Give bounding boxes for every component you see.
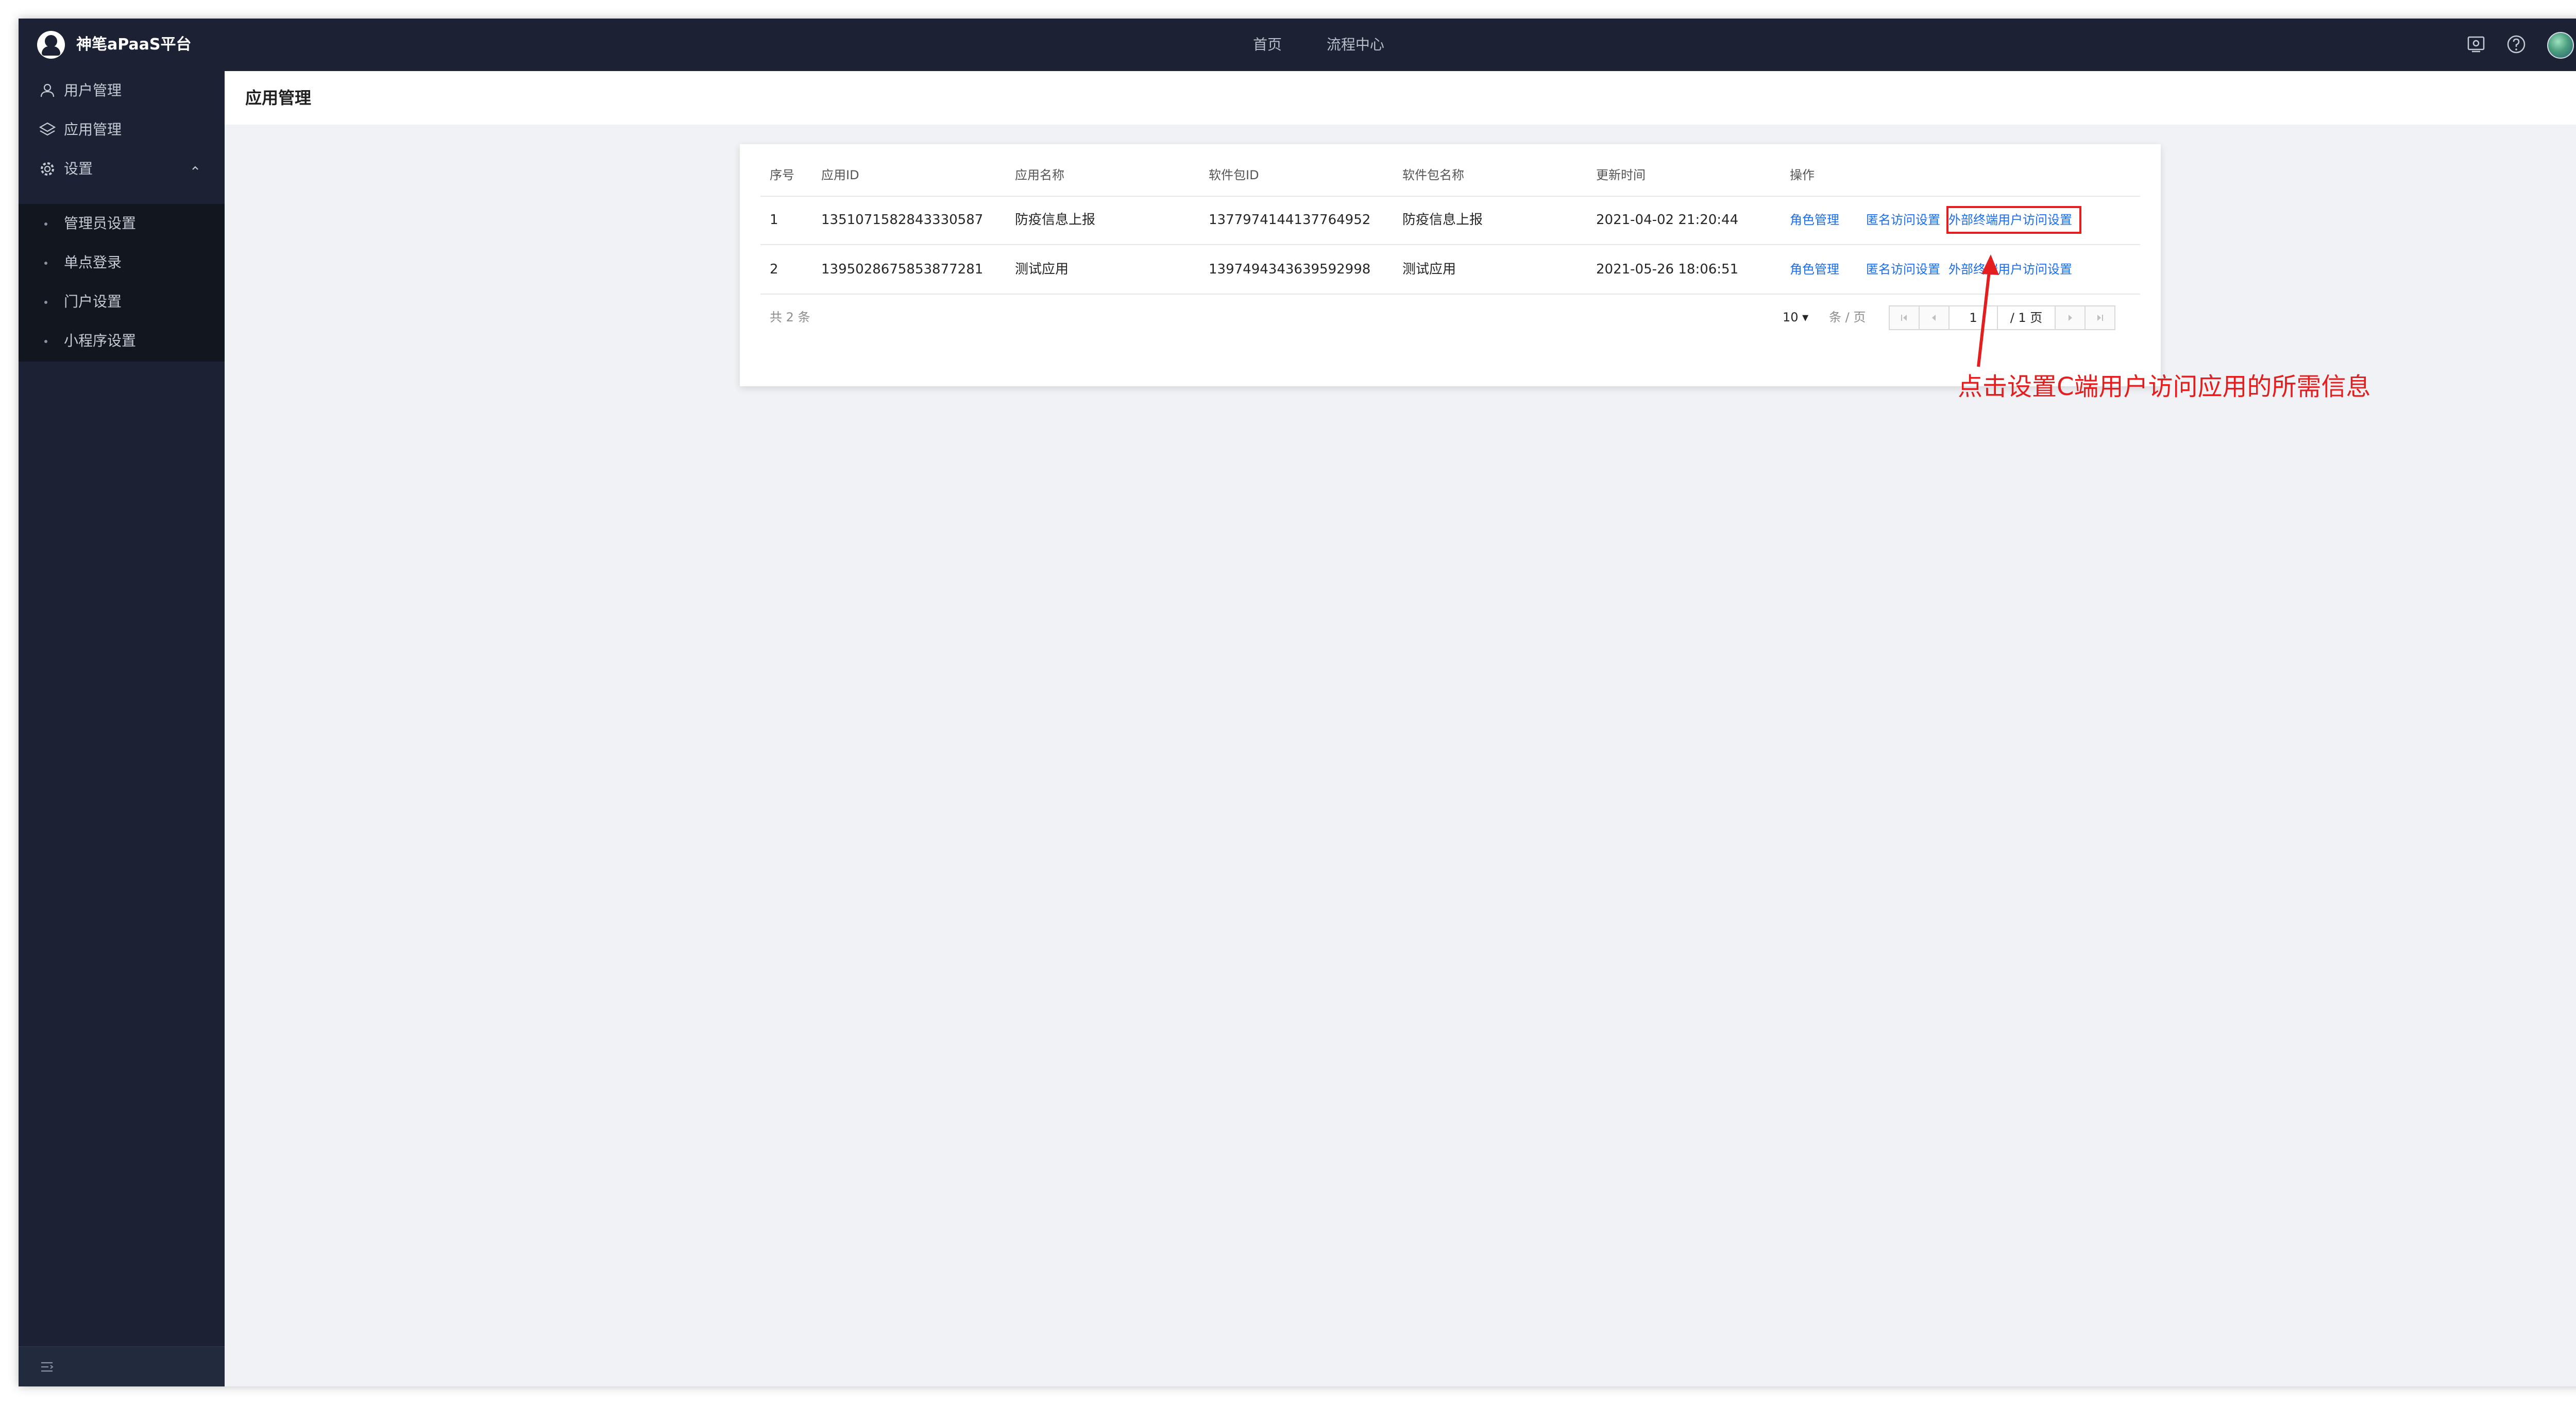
total-count: 共 2 条 bbox=[770, 310, 810, 324]
column-header-actions: 操作 bbox=[1790, 168, 1815, 182]
sidebar-item-admin-settings[interactable]: 管理员设置 bbox=[19, 204, 225, 243]
first-page-icon bbox=[1901, 315, 1907, 321]
anonymous-access-link[interactable]: 匿名访问设置 bbox=[1866, 245, 1940, 294]
cell-package-id: 1377974144137764952 bbox=[1209, 212, 1371, 228]
page-size-value: 10 bbox=[1783, 310, 1799, 324]
top-nav: 首页 流程中心 bbox=[1253, 34, 1425, 56]
first-page-button[interactable] bbox=[1890, 306, 1920, 329]
logo-icon bbox=[37, 31, 65, 59]
anonymous-access-link[interactable]: 匿名访问设置 bbox=[1866, 196, 1940, 244]
role-management-link[interactable]: 角色管理 bbox=[1790, 196, 1839, 244]
column-header-app-name: 应用名称 bbox=[1015, 168, 1064, 182]
settings-submenu: 管理员设置 单点登录 门户设置 小程序设置 bbox=[19, 204, 225, 362]
annotation-text: 点击设置C端用户访问应用的所需信息 bbox=[1958, 372, 2371, 401]
cell-package-id: 1397494343639592998 bbox=[1209, 262, 1371, 277]
next-page-button[interactable] bbox=[2056, 306, 2086, 329]
column-header-updated: 更新时间 bbox=[1596, 168, 1646, 182]
cell-app-name: 测试应用 bbox=[1015, 262, 1069, 277]
column-header-package-id: 软件包ID bbox=[1209, 168, 1259, 182]
role-management-link[interactable]: 角色管理 bbox=[1790, 245, 1839, 294]
sidebar-item-label: 用户管理 bbox=[64, 82, 122, 99]
app-table-card: 序号 应用ID 应用名称 软件包ID 软件包名称 更新时间 操作 1 13510… bbox=[740, 144, 2161, 386]
nav-process-center[interactable]: 流程中心 bbox=[1327, 36, 1384, 53]
last-page-icon bbox=[2097, 315, 2103, 321]
layers-icon bbox=[39, 122, 56, 136]
table-row: 2 1395028675853877281 测试应用 1397494343639… bbox=[760, 245, 2140, 295]
sidebar-item-label: 小程序设置 bbox=[64, 332, 137, 349]
external-user-access-link[interactable]: 外部终端用户访问设置 bbox=[1948, 245, 2072, 294]
sidebar-item-settings[interactable]: 设置 bbox=[19, 149, 225, 189]
sidebar-item-portal-settings[interactable]: 门户设置 bbox=[19, 282, 225, 321]
bullet-icon bbox=[44, 340, 47, 343]
screen-icon[interactable] bbox=[2466, 34, 2486, 55]
cell-updated: 2021-05-26 18:06:51 bbox=[1596, 262, 1739, 277]
page-number-input[interactable] bbox=[1950, 306, 1998, 329]
prev-page-button[interactable] bbox=[1920, 306, 1950, 329]
avatar[interactable] bbox=[2547, 32, 2574, 59]
sidebar-item-label: 应用管理 bbox=[64, 121, 122, 138]
sidebar-item-sso[interactable]: 单点登录 bbox=[19, 243, 225, 282]
cell-index: 1 bbox=[770, 212, 778, 228]
sidebar-item-label: 管理员设置 bbox=[64, 215, 137, 232]
sidebar-item-miniprogram-settings[interactable]: 小程序设置 bbox=[19, 321, 225, 361]
next-page-icon bbox=[2069, 315, 2072, 321]
sidebar-item-app-management[interactable]: 应用管理 bbox=[19, 110, 225, 149]
highlight-box bbox=[1946, 206, 2081, 234]
collapse-menu-icon[interactable] bbox=[38, 1358, 56, 1376]
sidebar-item-user-management[interactable]: 用户管理 bbox=[19, 71, 225, 110]
app-window: 神笔aPaaS平台 首页 流程中心 贾攀 用户管理 bbox=[19, 19, 2576, 1386]
column-header-package-name: 软件包名称 bbox=[1402, 168, 1464, 182]
cell-index: 2 bbox=[770, 262, 778, 277]
top-bar: 神笔aPaaS平台 首页 流程中心 贾攀 bbox=[19, 19, 2576, 71]
pagination-bar: 共 2 条 10 ▾ 条 / 页 / 1 页 bbox=[760, 297, 2140, 338]
help-icon[interactable] bbox=[2506, 34, 2527, 55]
nav-home[interactable]: 首页 bbox=[1253, 36, 1282, 53]
cell-package-name: 防疫信息上报 bbox=[1402, 212, 1483, 228]
cell-package-name: 测试应用 bbox=[1402, 262, 1456, 277]
page-size-unit: 条 / 页 bbox=[1829, 310, 1866, 324]
column-header-app-id: 应用ID bbox=[821, 168, 859, 182]
user-icon bbox=[40, 83, 55, 97]
sidebar: 用户管理 应用管理 设置 管理员设置 单点登录 门户设置 小程序设置 bbox=[19, 71, 225, 1386]
bullet-icon bbox=[44, 301, 47, 304]
table-row: 1 1351071582843330587 防疫信息上报 13779741441… bbox=[760, 196, 2140, 245]
bullet-icon bbox=[44, 262, 47, 265]
last-page-button[interactable] bbox=[2086, 306, 2114, 329]
gear-icon bbox=[41, 162, 54, 176]
total-pages: / 1 页 bbox=[1998, 306, 2056, 329]
bullet-icon bbox=[44, 222, 47, 226]
page-size-select[interactable]: 10 ▾ bbox=[1783, 297, 1808, 338]
sidebar-item-label: 门户设置 bbox=[64, 293, 122, 310]
column-header-index: 序号 bbox=[770, 168, 794, 182]
cell-app-id: 1395028675853877281 bbox=[821, 262, 984, 277]
sidebar-item-label: 单点登录 bbox=[64, 254, 122, 271]
page-header: 应用管理 bbox=[225, 71, 2576, 125]
page-title: 应用管理 bbox=[245, 88, 312, 108]
chevron-up-icon bbox=[192, 166, 198, 170]
app-title: 神笔aPaaS平台 bbox=[76, 36, 192, 54]
cell-updated: 2021-04-02 21:20:44 bbox=[1596, 212, 1739, 228]
table-header: 序号 应用ID 应用名称 软件包ID 软件包名称 更新时间 操作 bbox=[760, 155, 2140, 197]
sidebar-footer bbox=[19, 1346, 225, 1386]
cell-app-id: 1351071582843330587 bbox=[821, 212, 984, 228]
prev-page-icon bbox=[1932, 315, 1936, 321]
pager: / 1 页 bbox=[1889, 305, 2115, 330]
sidebar-item-label: 设置 bbox=[64, 160, 93, 177]
cell-app-name: 防疫信息上报 bbox=[1015, 212, 1096, 228]
